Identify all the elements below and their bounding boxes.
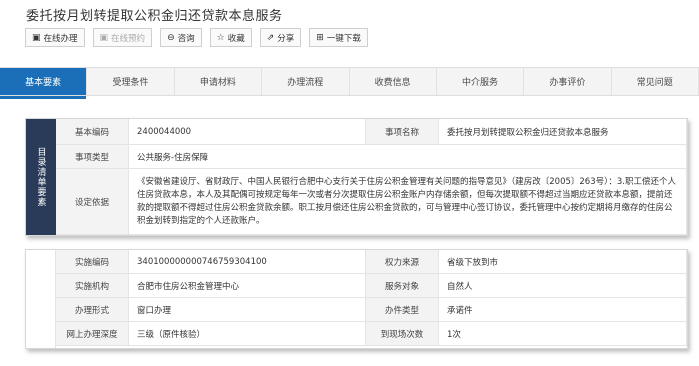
section-side-label: 目录清单要素 xyxy=(26,119,56,235)
authority-source-value: 省级下放到市 xyxy=(439,250,687,274)
handling-form-value: 窗口办理 xyxy=(129,298,366,322)
legal-basis-value: 《安徽省建设厅、省财政厅、中国人民银行合肥中心支行关于住房公积金管理有关问题的指… xyxy=(129,169,687,235)
service-target-label: 服务对象 xyxy=(366,274,439,298)
basic-code-value: 2400044000 xyxy=(129,119,366,145)
case-type-value: 承诺件 xyxy=(439,298,687,322)
download-icon: ⊞ xyxy=(316,32,324,43)
tab-application-materials[interactable]: 申请材料 xyxy=(175,68,263,95)
onsite-visits-label: 到现场次数 xyxy=(366,322,439,346)
item-type-label: 事项类型 xyxy=(56,145,129,169)
star-icon: ☆ xyxy=(216,32,225,43)
impl-code-label: 实施编码 xyxy=(56,250,129,274)
basic-code-label: 基本编码 xyxy=(56,119,129,145)
consult-button[interactable]: ⊖ 咨询 xyxy=(160,28,202,47)
page-title: 委托按月划转提取公积金归还贷款本息服务 xyxy=(26,9,283,24)
tab-intermediary-services[interactable]: 中介服务 xyxy=(437,68,525,95)
item-name-label: 事项名称 xyxy=(366,119,439,145)
impl-agency-label: 实施机构 xyxy=(56,274,129,298)
item-type-value: 公共服务-住房保障 xyxy=(129,145,687,169)
implementation-table: 实施编码 340100000000746759304100 权力来源 省级下放到… xyxy=(56,250,687,348)
tab-process[interactable]: 办理流程 xyxy=(262,68,350,95)
section-stripe xyxy=(26,250,56,348)
handling-form-label: 办理形式 xyxy=(56,298,129,322)
share-button[interactable]: ⇗ 分享 xyxy=(259,28,302,47)
consult-icon: ⊖ xyxy=(167,32,175,43)
catalog-table: 基本编码 2400044000 事项名称 委托按月划转提取公积金归还贷款本息服务… xyxy=(56,119,687,235)
catalog-elements-panel: 目录清单要素 基本编码 2400044000 事项名称 委托按月划转提取公积金归… xyxy=(25,118,688,236)
share-icon: ⇗ xyxy=(266,32,275,43)
online-apply-icon: ▣ xyxy=(32,32,41,43)
impl-agency-value: 合肥市住房公积金管理中心 xyxy=(129,274,366,298)
tab-basic-elements[interactable]: 基本要素 xyxy=(0,68,88,99)
onsite-visits-value: 1次 xyxy=(439,322,687,346)
favorite-button[interactable]: ☆ 收藏 xyxy=(209,28,252,47)
online-apply-button[interactable]: ▣ 在线办理 xyxy=(25,28,85,47)
download-button[interactable]: ⊞ 一键下载 xyxy=(309,28,368,47)
legal-basis-label: 设定依据 xyxy=(56,169,129,235)
tab-bar: 基本要素 受理条件 申请材料 办理流程 收费信息 中介服务 办事评价 常见问题 xyxy=(0,67,699,99)
authority-source-label: 权力来源 xyxy=(366,250,439,274)
tab-fees[interactable]: 收费信息 xyxy=(350,68,437,95)
action-toolbar: ▣ 在线办理 ▣ 在线预约 ⊖ 咨询 ☆ 收藏 ⇗ 分享 ⊞ 一键下载 xyxy=(25,28,376,48)
online-depth-value: 三级（原件核验） xyxy=(129,322,366,346)
tab-evaluation[interactable]: 办事评价 xyxy=(524,68,612,95)
online-depth-label: 网上办理深度 xyxy=(56,322,129,346)
appointment-icon: ▣ xyxy=(99,32,109,43)
tab-acceptance-conditions[interactable]: 受理条件 xyxy=(87,68,175,95)
online-appointment-button[interactable]: ▣ 在线预约 xyxy=(92,28,153,47)
case-type-label: 办件类型 xyxy=(366,298,439,322)
impl-code-value: 340100000000746759304100 xyxy=(129,250,366,274)
implementation-panel: 实施编码 340100000000746759304100 权力来源 省级下放到… xyxy=(25,249,688,349)
item-name-value: 委托按月划转提取公积金归还贷款本息服务 xyxy=(439,119,687,145)
service-target-value: 自然人 xyxy=(439,274,687,298)
service-header: 委托按月划转提取公积金归还贷款本息服务 ▣ 在线办理 ▣ 在线预约 ⊖ 咨询 ☆ 收藏 … xyxy=(0,0,699,64)
tab-faq[interactable]: 常见问题 xyxy=(612,68,699,95)
